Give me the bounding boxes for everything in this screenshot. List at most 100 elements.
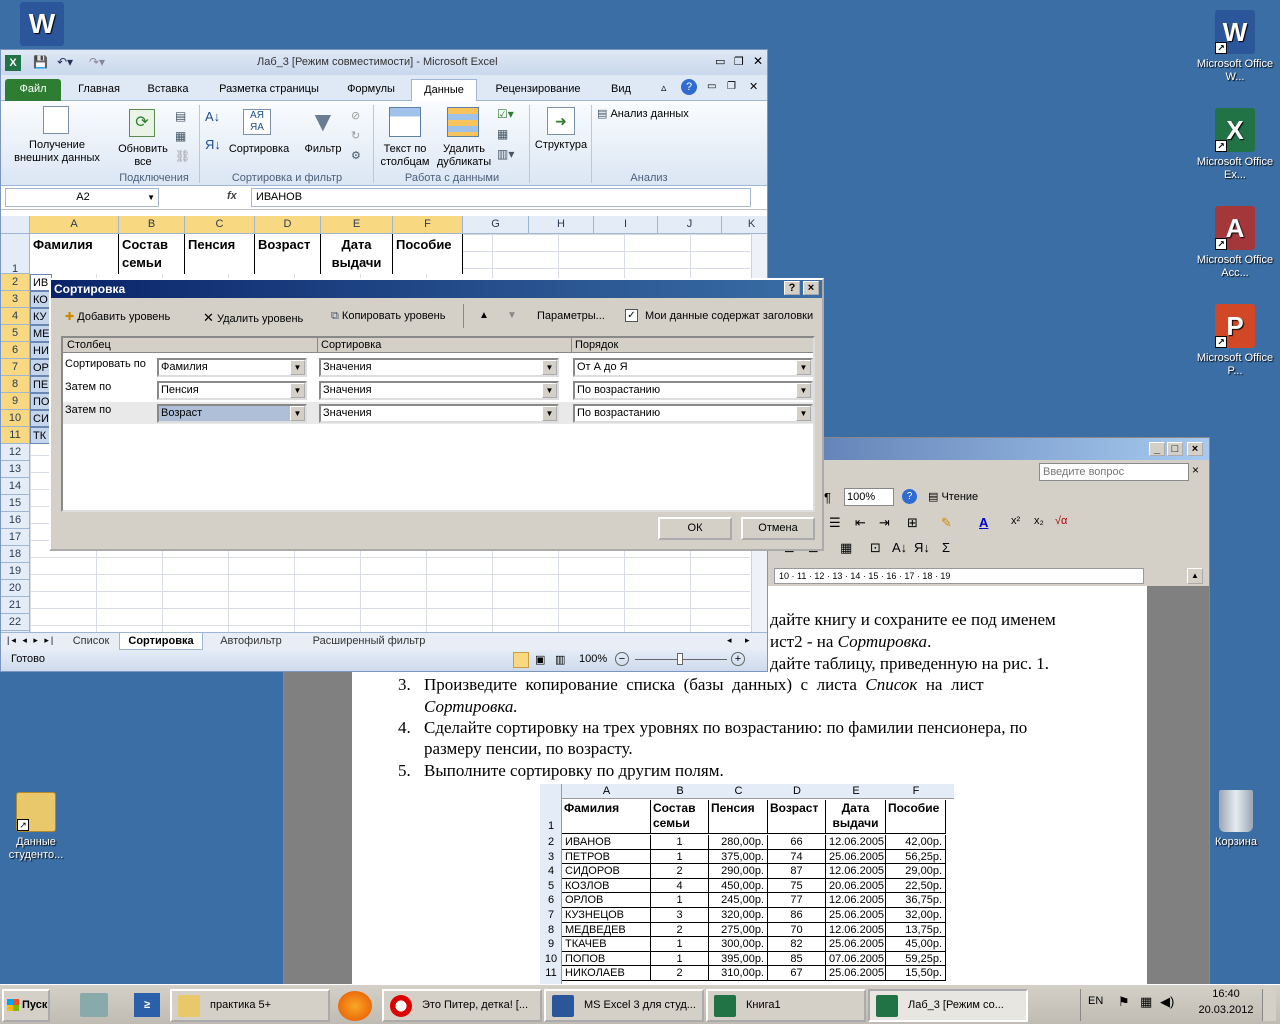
- row-header[interactable]: 20: [1, 580, 30, 597]
- sort-level-row[interactable]: Затем по Возраст ▼ Значения ▼ По возрастанию ▼: [63, 402, 813, 424]
- doc-minimize-icon[interactable]: ▭: [707, 81, 716, 92]
- move-down-icon[interactable]: ▼: [507, 310, 517, 321]
- sort-desc-icon[interactable]: Я↓: [914, 540, 930, 555]
- header-cell[interactable]: Состав семьи: [119, 234, 185, 274]
- row-header[interactable]: 3: [1, 291, 30, 308]
- powershell-icon[interactable]: ≥: [134, 993, 160, 1017]
- row-header[interactable]: 8: [1, 376, 30, 393]
- show-desktop-button[interactable]: [1262, 989, 1276, 1021]
- row-header[interactable]: 12: [1, 444, 30, 461]
- chevron-down-icon[interactable]: ▼: [290, 383, 305, 398]
- sort-level-row[interactable]: Затем по Пенсия ▼ Значения ▼ По возрастанию ▼: [63, 379, 813, 401]
- column-select[interactable]: Возраст ▼: [157, 404, 307, 423]
- scroll-right-icon[interactable]: ▸: [745, 635, 750, 646]
- powerpoint-shortcut-icon[interactable]: P ↗ Microsoft Office P...: [1190, 304, 1280, 378]
- clear-filter-icon[interactable]: ⊘: [351, 109, 360, 122]
- taskbar-item-lab3[interactable]: Лаб_3 [Режим со...: [868, 989, 1028, 1022]
- sum-icon[interactable]: Σ: [942, 540, 950, 555]
- data-validation-icon[interactable]: ☑▾: [497, 107, 514, 121]
- column-header[interactable]: E: [321, 216, 393, 234]
- order-select[interactable]: По возрастанию ▼: [573, 381, 813, 400]
- column-header[interactable]: G: [463, 216, 529, 234]
- clock-time[interactable]: 16:40: [1196, 988, 1256, 1000]
- column-select[interactable]: Пенсия ▼: [157, 381, 307, 400]
- column-header[interactable]: I: [594, 216, 658, 234]
- taskbar-item-book1[interactable]: Книга1: [706, 989, 866, 1022]
- row-header[interactable]: 7: [1, 359, 30, 376]
- help-icon[interactable]: ?: [681, 79, 697, 95]
- row-header[interactable]: 5: [1, 325, 30, 342]
- row-header[interactable]: 15: [1, 495, 30, 512]
- options-button[interactable]: Параметры...: [537, 310, 605, 322]
- redo-icon[interactable]: ↷▾: [89, 55, 105, 69]
- row-header[interactable]: 10: [1, 410, 30, 427]
- word-zoom-select[interactable]: 100%: [844, 488, 894, 506]
- column-header[interactable]: K: [722, 216, 767, 234]
- sort-za-icon[interactable]: Я↓: [205, 137, 221, 152]
- row-header[interactable]: 11: [1, 427, 30, 444]
- sort-az-icon[interactable]: A↓: [205, 109, 220, 124]
- move-up-icon[interactable]: ▲: [479, 310, 489, 321]
- flag-icon[interactable]: ⚑: [1118, 994, 1130, 1010]
- sheet-tab[interactable]: Автофильтр: [207, 633, 295, 650]
- font-color-icon[interactable]: A: [979, 515, 988, 530]
- order-select[interactable]: По возрастанию ▼: [573, 404, 813, 423]
- tab-page-layout[interactable]: Разметка страницы: [209, 79, 329, 101]
- network-icon[interactable]: ▦: [1140, 994, 1152, 1010]
- tab-view[interactable]: Вид: [599, 79, 643, 101]
- normal-view-icon[interactable]: [513, 652, 529, 668]
- zoom-in-icon[interactable]: +: [731, 652, 745, 666]
- zoom-thumb[interactable]: [677, 653, 683, 665]
- minimize-icon[interactable]: _: [1149, 442, 1165, 456]
- chevron-down-icon[interactable]: ▼: [796, 383, 811, 398]
- column-header[interactable]: F: [393, 216, 463, 234]
- sheet-nav-icons[interactable]: |◂ ◂ ▸ ▸|: [7, 635, 55, 646]
- column-select[interactable]: Фамилия ▼: [157, 358, 307, 377]
- ok-button[interactable]: ОК: [658, 517, 732, 540]
- chevron-down-icon[interactable]: ▼: [796, 406, 811, 421]
- tab-file[interactable]: Файл: [5, 79, 61, 101]
- delete-level-button[interactable]: ✕ Удалить уровень: [203, 310, 303, 326]
- tab-formulas[interactable]: Формулы: [337, 79, 405, 101]
- ribbon-collapse-icon[interactable]: ▵: [661, 81, 667, 94]
- column-header[interactable]: B: [119, 216, 185, 234]
- remove-duplicates-button[interactable]: Удалить дубликаты: [435, 103, 493, 169]
- row-header[interactable]: 9: [1, 393, 30, 410]
- chevron-down-icon[interactable]: ▼: [542, 406, 557, 421]
- refresh-all-button[interactable]: ⟳ Обновить все: [113, 103, 175, 169]
- add-level-button[interactable]: ✚ Добавить уровень: [65, 310, 170, 323]
- close-doc-icon[interactable]: ×: [1192, 463, 1199, 477]
- header-cell[interactable]: Возраст: [255, 234, 321, 274]
- sort-on-select[interactable]: Значения ▼: [319, 404, 559, 423]
- data-analysis-button[interactable]: ▤ Анализ данных: [597, 107, 689, 121]
- start-button[interactable]: Пуск: [2, 989, 50, 1022]
- volume-icon[interactable]: ◀): [1160, 994, 1174, 1010]
- row-header[interactable]: 19: [1, 563, 30, 580]
- filter-button[interactable]: ▼ Фильтр: [295, 103, 351, 169]
- row-header[interactable]: 16: [1, 512, 30, 529]
- name-box[interactable]: A2 ▼: [5, 188, 159, 207]
- text-to-columns-button[interactable]: Текст по столбцам: [377, 103, 433, 169]
- zoom-out-icon[interactable]: −: [615, 652, 629, 666]
- column-header[interactable]: H: [529, 216, 594, 234]
- clock-date[interactable]: 20.03.2012: [1194, 1004, 1258, 1016]
- excel-app-icon[interactable]: X: [5, 55, 21, 71]
- reading-button[interactable]: ▤ Чтение: [928, 490, 978, 503]
- chevron-down-icon[interactable]: ▼: [290, 360, 305, 375]
- header-cell[interactable]: Пособие: [393, 234, 463, 274]
- column-header[interactable]: A: [30, 216, 119, 234]
- advanced-filter-icon[interactable]: ⚙: [351, 149, 361, 162]
- row-header[interactable]: 18: [1, 546, 30, 563]
- undo-icon[interactable]: ↶▾: [57, 55, 73, 69]
- sort-on-select[interactable]: Значения ▼: [319, 381, 559, 400]
- indent-icon[interactable]: ⇤: [855, 515, 866, 531]
- highlight-icon[interactable]: ✎: [941, 515, 952, 531]
- formula-input[interactable]: ИВАНОВ: [251, 188, 751, 207]
- chevron-down-icon[interactable]: ▼: [796, 360, 811, 375]
- outdent-icon[interactable]: ⇥: [879, 515, 890, 531]
- row-header[interactable]: 4: [1, 308, 30, 325]
- close-icon[interactable]: ×: [1187, 442, 1203, 456]
- pilcrow-icon[interactable]: ¶: [824, 490, 831, 505]
- header-cell[interactable]: Фамилия: [30, 234, 119, 274]
- tab-review[interactable]: Рецензирование: [485, 79, 591, 101]
